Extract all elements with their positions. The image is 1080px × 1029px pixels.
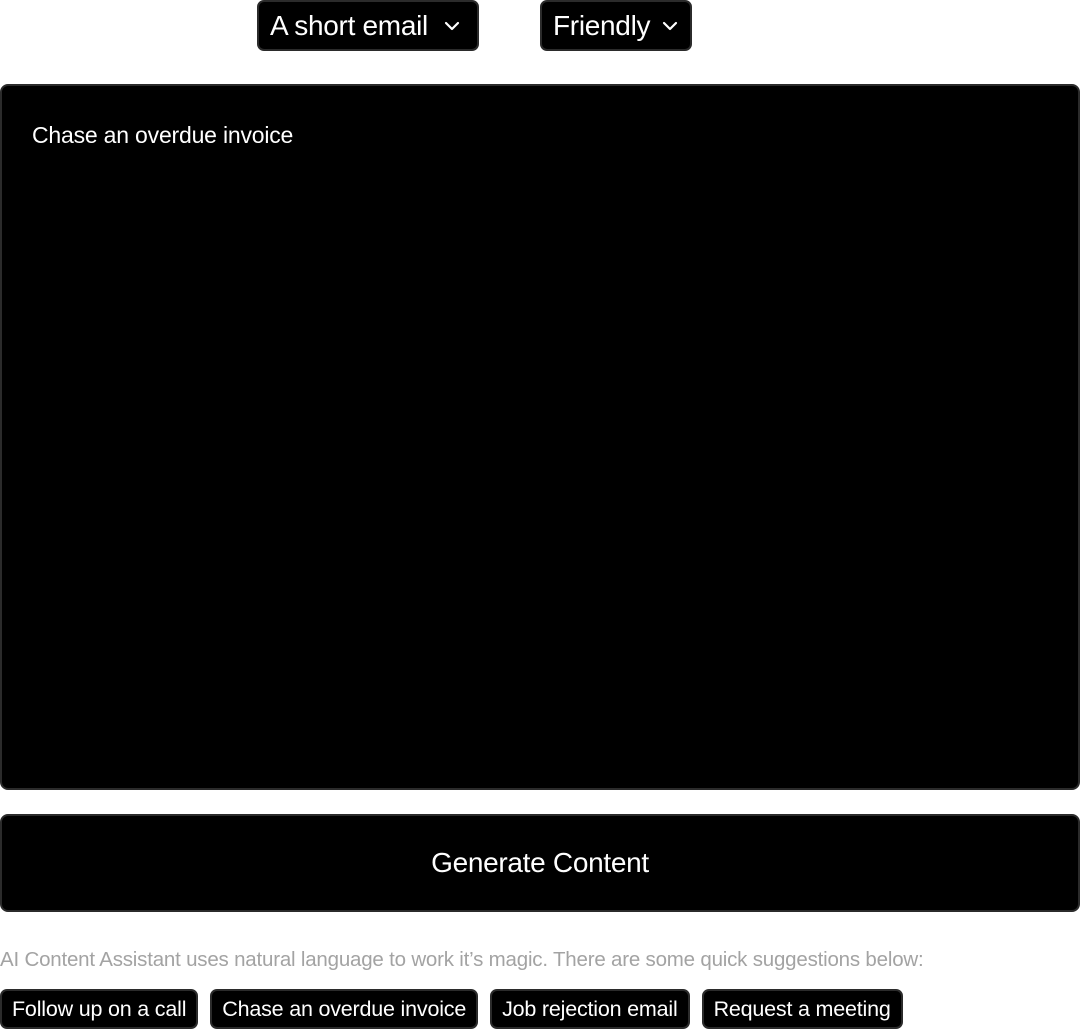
chevron-down-icon <box>444 21 460 31</box>
generate-content-label: Generate Content <box>431 847 649 878</box>
suggestion-chips: Follow up on a call Chase an overdue inv… <box>0 989 915 1029</box>
length-select-value: A short email <box>270 9 428 41</box>
suggestion-chip-request-meeting[interactable]: Request a meeting <box>701 989 903 1029</box>
tone-select[interactable]: Friendly <box>540 0 692 51</box>
suggestion-chip-overdue-invoice[interactable]: Chase an overdue invoice <box>210 989 479 1029</box>
prompt-textarea[interactable]: Chase an overdue invoice <box>0 84 1080 790</box>
helper-text: AI Content Assistant uses natural langua… <box>0 948 924 971</box>
content-assistant-page: A short email Friendly Chase an overdue … <box>0 0 1080 1029</box>
generate-content-button[interactable]: Generate Content <box>0 814 1080 912</box>
prompt-text: Chase an overdue invoice <box>32 122 294 148</box>
chevron-down-icon <box>662 21 678 31</box>
suggestion-chip-follow-up[interactable]: Follow up on a call <box>0 989 199 1029</box>
tone-select-value: Friendly <box>553 9 651 41</box>
suggestion-chip-job-rejection[interactable]: Job rejection email <box>490 989 690 1029</box>
length-select[interactable]: A short email <box>257 0 479 51</box>
